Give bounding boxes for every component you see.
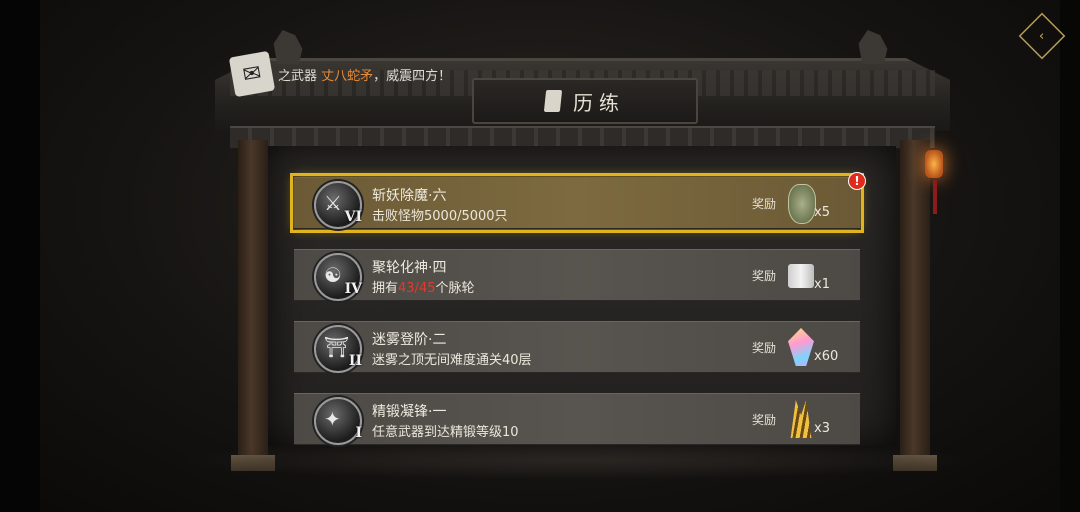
reward-count: x5 <box>814 205 830 220</box>
quest-row[interactable]: ☯ IV 聚轮化神·四 拥有43/45个脉轮 奖励 x1 <box>294 249 860 301</box>
scroll-item-icon[interactable] <box>788 264 814 288</box>
reward-label: 奖励 <box>752 197 777 211</box>
quest-tier: I <box>355 425 362 441</box>
quest-tier: IV <box>344 281 362 297</box>
quest-description: 迷雾之顶无间难度通关40层 <box>372 353 532 368</box>
quest-tier: VI <box>344 209 362 225</box>
yin-yang-icon: ☯ <box>324 263 342 287</box>
reward-label: 奖励 <box>752 341 777 355</box>
quest-title: 迷雾登阶·二 <box>372 332 447 348</box>
right-edge <box>1060 0 1080 512</box>
quest-desc-prefix: 拥有 <box>372 281 399 296</box>
pagoda-icon: ⛩ <box>324 335 350 359</box>
quest-tier: II <box>348 353 362 369</box>
reward-count: x1 <box>814 277 830 292</box>
quest-desc-suffix: 个脉轮 <box>435 281 475 296</box>
reward-label: 奖励 <box>752 413 777 427</box>
back-button[interactable]: ‹ <box>1018 12 1066 60</box>
sword-icon: ⚔ <box>324 191 342 215</box>
alert-badge: ! <box>848 172 866 190</box>
crystal-icon[interactable] <box>788 328 814 366</box>
pillar-right <box>900 140 930 460</box>
scroll-icon: ✉ <box>228 50 276 98</box>
notice-prefix: 之武器 <box>278 69 322 84</box>
pillar-left <box>238 140 268 460</box>
diamond-back-icon: ‹ <box>1039 28 1045 44</box>
left-edge <box>0 0 40 512</box>
quest-medal-icon: ☯ IV <box>314 253 362 301</box>
quest-row[interactable]: ⛩ II 迷雾登阶·二 迷雾之顶无间难度通关40层 奖励 x60 <box>294 321 860 373</box>
quest-title: 聚轮化神·四 <box>372 260 447 276</box>
quest-row[interactable]: ⚔ VI 斩妖除魔·六 击败怪物5000/5000只 奖励 x5 ! <box>290 172 866 233</box>
lantern-icon <box>925 150 943 178</box>
quest-description: 拥有43/45个脉轮 <box>372 277 475 296</box>
reward-count: x60 <box>814 349 839 364</box>
quest-medal-icon: ⚔ VI <box>314 181 362 229</box>
page-title-plate: 历练 <box>472 78 698 124</box>
reward-count: x3 <box>814 421 830 436</box>
quest-title: 精锻凝锋·一 <box>372 404 447 420</box>
quest-medal-icon: ✦ I <box>314 397 362 445</box>
jade-token-icon[interactable] <box>788 184 816 224</box>
ground-shadow <box>180 440 980 480</box>
lantern-tassel <box>933 180 937 214</box>
page-title: 历练 <box>573 90 625 115</box>
notice-text: 之武器 丈八蛇矛，威震四方！ <box>278 65 451 84</box>
gold-shards-icon[interactable] <box>790 400 812 438</box>
notice-weapon-name: 丈八蛇矛 <box>321 69 374 84</box>
quest-description: 任意武器到达精锻等级10 <box>372 425 519 440</box>
title-scroll-icon <box>543 90 563 112</box>
quest-description: 击败怪物5000/5000只 <box>372 209 508 224</box>
quest-medal-icon: ⛩ II <box>314 325 362 373</box>
forge-glyph-icon: ✦ <box>324 407 341 431</box>
notice-suffix: ，威震四方！ <box>373 69 452 84</box>
quest-row[interactable]: ✦ I 精锻凝锋·一 任意武器到达精锻等级10 奖励 x3 <box>294 393 860 445</box>
quest-progress: 43/45 <box>398 281 436 296</box>
quest-title: 斩妖除魔·六 <box>372 188 447 204</box>
reward-label: 奖励 <box>752 269 777 283</box>
